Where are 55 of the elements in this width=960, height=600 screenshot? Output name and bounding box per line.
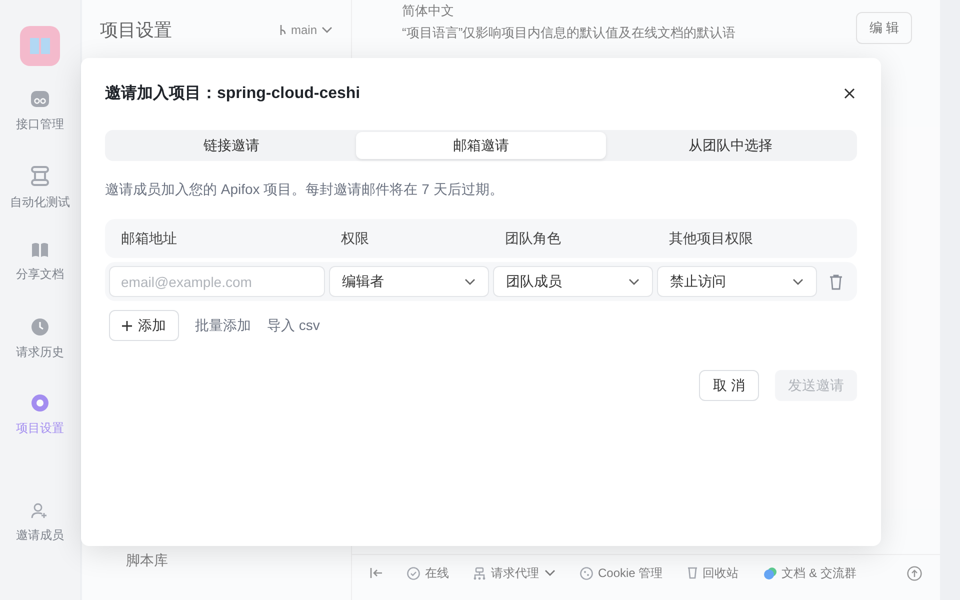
cookie-icon: [580, 566, 593, 580]
branch-selector[interactable]: main: [278, 23, 333, 37]
user-add-icon: [31, 503, 49, 519]
add-button[interactable]: 添加: [109, 310, 179, 341]
network-icon: [473, 566, 486, 580]
sidebar-item[interactable]: 请求历史: [16, 318, 64, 394]
tab[interactable]: 链接邀请: [107, 132, 356, 159]
chevron-down-icon: [464, 278, 476, 286]
chat-icon: [762, 566, 777, 580]
status-item[interactable]: 请求代理: [473, 564, 556, 582]
column-header: 其他项目权限: [669, 230, 754, 248]
sidebar-item[interactable]: 项目设置: [16, 394, 64, 470]
email-input[interactable]: email@example.com: [109, 266, 325, 297]
tab[interactable]: 从团队中选择: [606, 132, 855, 159]
chevron-down-icon: [321, 26, 333, 34]
panel-item[interactable]: 脚本库: [100, 552, 333, 570]
collapse-icon[interactable]: [370, 567, 383, 579]
batch-add-link[interactable]: 批量添加: [195, 316, 251, 334]
app-logo: [20, 26, 60, 66]
edit-button[interactable]: 编 辑: [856, 12, 912, 44]
status-item[interactable]: 回收站: [686, 564, 739, 582]
delete-icon[interactable]: [829, 274, 843, 290]
status-item[interactable]: Cookie 管理: [580, 564, 663, 582]
import-csv-link[interactable]: 导入 csv: [267, 316, 320, 334]
tab[interactable]: 邮箱邀请: [356, 132, 606, 159]
clock-icon: [31, 318, 49, 336]
status-item[interactable]: 文档 & 交流群: [762, 564, 856, 582]
cancel-button[interactable]: 取 消: [699, 370, 759, 401]
dialog-title: 邀请加入项目：spring-cloud-ceshi: [105, 83, 360, 104]
check-circle-icon: [407, 566, 420, 580]
column-header: 权限: [341, 230, 370, 248]
language-value: 简体中文: [402, 2, 455, 20]
sidebar-item[interactable]: 接口管理: [16, 90, 64, 166]
flow-icon: [31, 166, 49, 186]
column-header: 团队角色: [505, 230, 562, 248]
upload-icon[interactable]: [907, 566, 922, 580]
branch-icon: [278, 24, 287, 36]
select-field[interactable]: 团队成员: [493, 266, 653, 297]
api-icon: [30, 90, 50, 108]
chevron-down-icon: [628, 278, 640, 286]
sidebar-item[interactable]: 邀请成员: [16, 503, 64, 544]
status-item[interactable]: 在线: [407, 564, 449, 582]
language-note: “项目语言”仅影响项目内信息的默认值及在线文档的默认语: [402, 24, 736, 42]
dialog-description: 邀请成员加入您的 Apifox 项目。每封邀请邮件将在 7 天后过期。: [105, 181, 504, 199]
column-header: 邮箱地址: [121, 230, 178, 248]
chevron-down-icon: [792, 278, 804, 286]
bin-icon: [686, 567, 698, 579]
plus-icon: [122, 320, 132, 330]
select-field[interactable]: 编辑者: [329, 266, 489, 297]
sidebar-item[interactable]: 自动化测试: [10, 166, 70, 242]
book-icon: [31, 242, 49, 258]
settings-icon: [31, 394, 49, 412]
panel-title: 项目设置: [100, 19, 172, 42]
sidebar-item[interactable]: 分享文档: [16, 242, 64, 318]
select-field[interactable]: 禁止访问: [657, 266, 817, 297]
